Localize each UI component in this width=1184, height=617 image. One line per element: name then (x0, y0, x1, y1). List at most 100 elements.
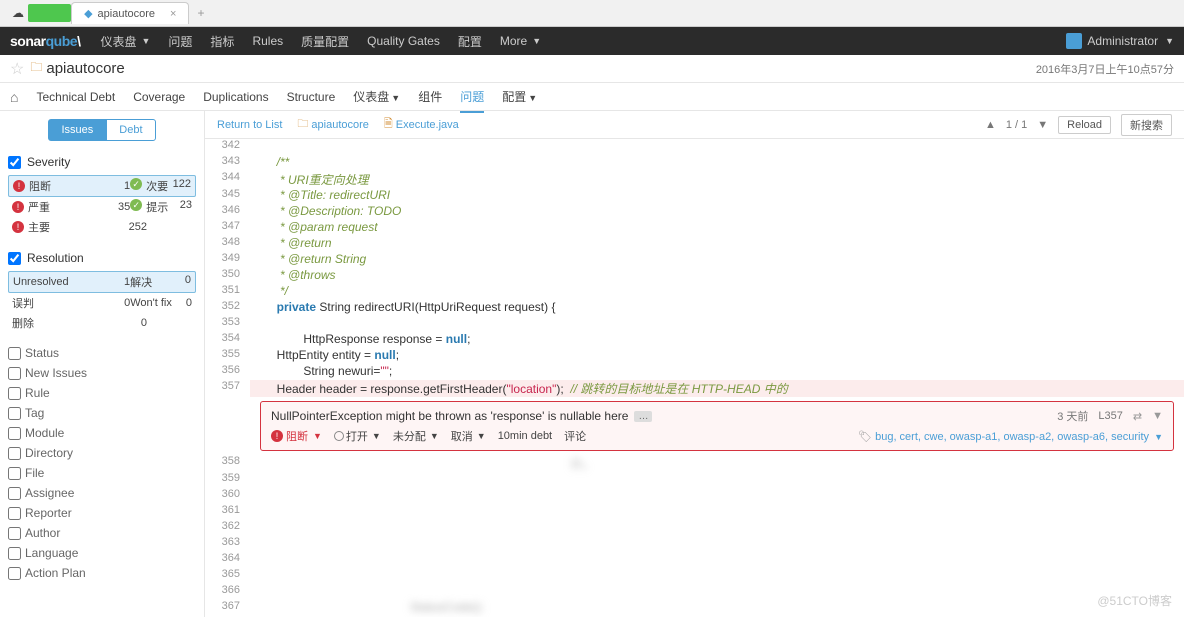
tab-config[interactable]: 配置▼ (502, 82, 537, 111)
facet-action-plan[interactable]: Action Plan (8, 563, 196, 583)
new-tab-icon[interactable]: + (197, 6, 204, 20)
file-icon: 🗎 (384, 115, 393, 134)
issue-line[interactable]: L357 (1098, 410, 1122, 422)
code-line: 351 */ (205, 284, 1184, 300)
issue-permalink-icon[interactable]: ⇄ (1133, 410, 1142, 423)
facet-severity-checkbox[interactable] (8, 156, 21, 169)
resolution-row[interactable]: Unresolved1解决0 (8, 271, 196, 293)
resolution-row[interactable]: 删除0 (8, 313, 196, 333)
facet-file[interactable]: File (8, 463, 196, 483)
new-search-button[interactable]: 新搜索 (1121, 114, 1172, 136)
tab-structure[interactable]: Structure (287, 84, 336, 110)
facet-reporter[interactable]: Reporter (8, 503, 196, 523)
issue-severity[interactable]: !阻断▼ (271, 428, 322, 444)
code-line: 342 (205, 139, 1184, 155)
project-bar: ☆ 🗀 apiautocore 2016年3月7日上午10点57分 (0, 55, 1184, 83)
facet-tag[interactable]: Tag (8, 403, 196, 423)
code-line: 343 /** (205, 155, 1184, 171)
pager-down-icon[interactable]: ▼ (1037, 119, 1048, 131)
resolution-row[interactable]: 误判0Won't fix0 (8, 293, 196, 313)
star-icon[interactable]: ☆ (10, 59, 24, 79)
tag-icon: 🏷 (858, 431, 872, 443)
code-line: 359 (205, 472, 1184, 488)
issue-box: NullPointerException might be thrown as … (260, 401, 1174, 451)
pager-up-icon[interactable]: ▲ (985, 119, 996, 131)
facet-new-issues[interactable]: New Issues (8, 363, 196, 383)
cloud-icon[interactable]: ☁ (8, 3, 28, 23)
reload-button[interactable]: Reload (1058, 116, 1111, 134)
issue-cancel[interactable]: 取消▼ (451, 428, 486, 444)
tab-dashboards[interactable]: 仪表盘▼ (353, 82, 400, 111)
tab-duplications[interactable]: Duplications (203, 84, 268, 110)
breadcrumb-project[interactable]: 🗀apiautocore (297, 115, 369, 134)
facet-resolution-header[interactable]: Resolution (8, 247, 196, 269)
facet-author[interactable]: Author (8, 523, 196, 543)
nav-settings[interactable]: 配置 (458, 33, 482, 50)
toggle-issues[interactable]: Issues (48, 119, 106, 141)
code-line: 344 * URI重定向处理 (205, 171, 1184, 188)
nav-issues[interactable]: 问题 (168, 33, 192, 50)
facet-module[interactable]: Module (8, 423, 196, 443)
facet-resolution-checkbox[interactable] (8, 252, 21, 265)
issue-more-icon[interactable]: … (634, 411, 652, 422)
severity-row[interactable]: !主要252 (8, 217, 196, 237)
content-pane: Return to List 🗀apiautocore 🗎Execute.jav… (205, 111, 1184, 617)
issue-comment[interactable]: 评论 (564, 428, 586, 444)
nav-profiles[interactable]: 质量配置 (301, 33, 349, 50)
code-line: 353 (205, 316, 1184, 332)
facet-language[interactable]: Language (8, 543, 196, 563)
tab-coverage[interactable]: Coverage (133, 84, 185, 110)
issues-debt-toggle: Issues Debt (8, 119, 196, 141)
issue-tags[interactable]: 🏷 bug, cert, cwe, owasp-a1, owasp-a2, ow… (858, 430, 1163, 443)
facet-status[interactable]: Status (8, 343, 196, 363)
nav-dashboards[interactable]: 仪表盘▼ (100, 33, 150, 50)
issue-assign[interactable]: 未分配▼ (393, 428, 439, 444)
code-line: 348 * @return (205, 236, 1184, 252)
toggle-debt[interactable]: Debt (106, 119, 155, 141)
blocker-icon: ! (271, 430, 283, 442)
breadcrumb-file[interactable]: 🗎Execute.java (384, 115, 459, 134)
code-line: 363 (205, 536, 1184, 552)
code-line: 354 HttpResponse response = null; (205, 332, 1184, 348)
code-line: 360 (205, 488, 1184, 504)
severity-row[interactable]: !阻断1✓次要122 (8, 175, 196, 197)
close-icon[interactable]: × (170, 8, 176, 20)
facet-directory[interactable]: Directory (8, 443, 196, 463)
facet-assignee[interactable]: Assignee (8, 483, 196, 503)
code-line: 365 (205, 568, 1184, 584)
tab-issues[interactable]: 问题 (460, 82, 484, 113)
logo[interactable]: sonarqube\ (10, 33, 80, 49)
nav-more[interactable]: More▼ (500, 33, 541, 50)
code-line: 364 (205, 552, 1184, 568)
admin-menu[interactable]: Administrator▼ (1066, 33, 1174, 49)
project-icon: 🗀 (30, 58, 42, 79)
browser-tab-strip: ☁ ◆ apiautocore × + (0, 0, 1184, 27)
facet-rule[interactable]: Rule (8, 383, 196, 403)
nav-gates[interactable]: Quality Gates (367, 33, 440, 50)
tab-debt[interactable]: Technical Debt (36, 84, 115, 110)
browser-tab-active[interactable]: ◆ apiautocore × (71, 2, 189, 24)
nav-rules[interactable]: Rules (252, 33, 283, 50)
code-line: 349 * @return String (205, 252, 1184, 268)
facet-severity-header[interactable]: Severity (8, 151, 196, 173)
facets-sidebar: Issues Debt Severity !阻断1✓次要122!严重35✓提示2… (0, 111, 205, 617)
code-line: 350 * @throws (205, 268, 1184, 284)
severity-row[interactable]: !严重35✓提示23 (8, 197, 196, 217)
pager-text: 1 / 1 (1006, 119, 1027, 131)
code-line: 361 (205, 504, 1184, 520)
code-line: 347 * @param request (205, 220, 1184, 236)
home-icon[interactable]: ⌂ (10, 89, 18, 105)
issue-status[interactable]: 打开▼ (334, 428, 381, 444)
code-line: 345 * @Title: redirectURI (205, 188, 1184, 204)
content-toolbar: Return to List 🗀apiautocore 🗎Execute.jav… (205, 111, 1184, 139)
browser-tab-other[interactable] (28, 4, 71, 22)
code-line: 346 * @Description: TODO (205, 204, 1184, 220)
return-to-list[interactable]: Return to List (217, 119, 282, 131)
issue-filter-icon[interactable]: ▼ (1152, 410, 1163, 422)
status-open-icon (334, 431, 344, 441)
nav-measures[interactable]: 指标 (210, 33, 234, 50)
tab-components[interactable]: 组件 (418, 82, 442, 111)
code-viewer[interactable]: 342343 /**344 * URI重定向处理345 * @Title: re… (205, 139, 1184, 617)
code-line: 362 (205, 520, 1184, 536)
top-nav: 仪表盘▼ 问题 指标 Rules 质量配置 Quality Gates 配置 M… (100, 33, 1066, 50)
